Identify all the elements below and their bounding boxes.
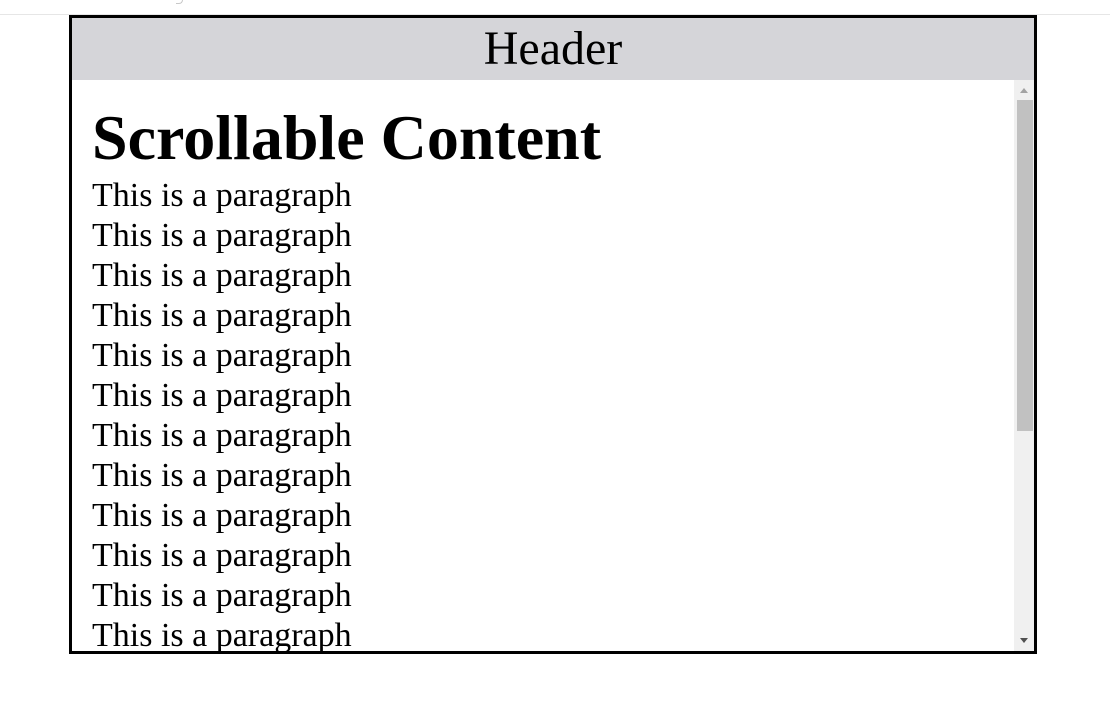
paragraph: This is a paragraph	[92, 257, 352, 294]
scroll-up-arrow-icon[interactable]	[1020, 88, 1028, 93]
panel-header: Header	[72, 18, 1034, 80]
paragraph: This is a paragraph	[92, 297, 352, 334]
content-heading: Scrollable Content	[92, 102, 602, 173]
scroll-down-arrow-icon[interactable]	[1020, 638, 1028, 643]
paragraph: This is a paragraph	[92, 497, 352, 534]
scroll-panel: Header Scrollable Content This is a para…	[69, 15, 1037, 654]
paragraph: This is a paragraph	[92, 377, 352, 414]
paragraph: This is a paragraph	[92, 217, 352, 254]
paragraph: This is a paragraph	[92, 537, 352, 574]
page-top-edge-mark	[176, 0, 183, 4]
scrollbar-thumb[interactable]	[1017, 100, 1033, 431]
paragraph: This is a paragraph	[92, 577, 352, 614]
paragraph: This is a paragraph	[92, 417, 352, 454]
paragraph: This is a paragraph	[92, 457, 352, 494]
scrollable-content-area[interactable]: Scrollable Content This is a paragraph T…	[72, 80, 1034, 651]
paragraph: This is a paragraph	[92, 177, 352, 214]
vertical-scrollbar[interactable]	[1014, 80, 1034, 651]
content-body: Scrollable Content This is a paragraph T…	[92, 100, 992, 651]
paragraph: This is a paragraph	[92, 617, 352, 651]
paragraph: This is a paragraph	[92, 337, 352, 374]
